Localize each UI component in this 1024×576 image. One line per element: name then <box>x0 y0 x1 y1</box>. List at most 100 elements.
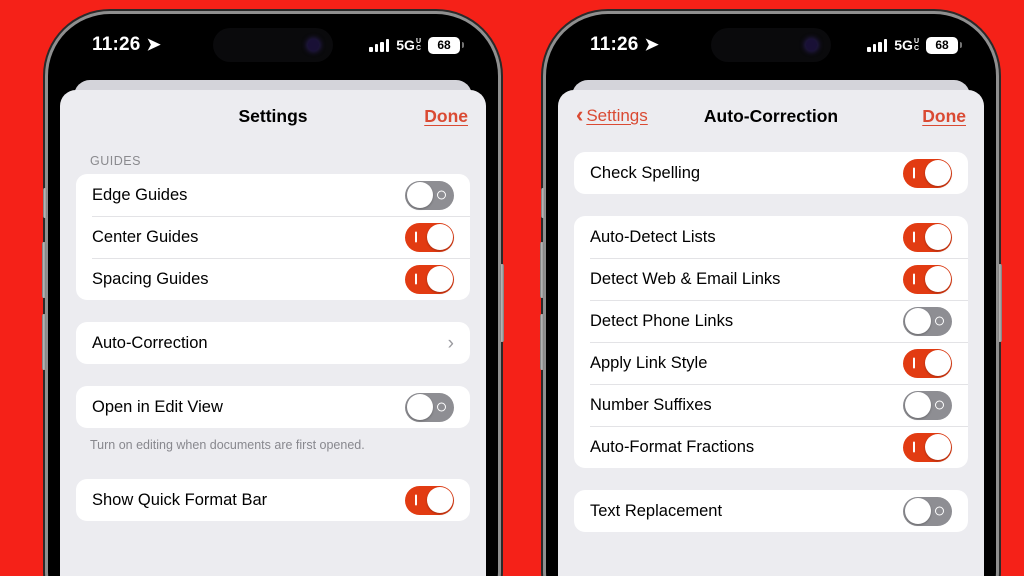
toggle-off-glyph <box>935 400 944 410</box>
dynamic-island <box>711 28 831 62</box>
phone-right: 11:26 ➤ 5G U C 68 ‹ Settings Auto-Correc… <box>540 14 1002 576</box>
toggle-knob <box>904 392 931 418</box>
auto-correction-content: Check Spelling Auto-Detect Lists Detect … <box>558 142 984 576</box>
toggle-off-glyph <box>437 402 446 412</box>
group-auto-correction: Auto-Correction › <box>76 322 470 364</box>
toggle-knob <box>904 308 931 334</box>
row-show-quick-format-bar[interactable]: Show Quick Format Bar <box>76 479 470 521</box>
toggle-on-glyph <box>913 441 915 453</box>
group-edit-view: Open in Edit View <box>76 386 470 428</box>
toggle-off-glyph <box>935 316 944 326</box>
location-arrow-icon: ➤ <box>146 35 161 54</box>
toggle-knob <box>924 266 951 292</box>
toggle-knob <box>406 182 433 208</box>
row-label: Check Spelling <box>590 163 701 182</box>
done-button[interactable]: Done <box>922 106 966 127</box>
power-button[interactable] <box>998 264 1002 342</box>
row-edge-guides[interactable]: Edge Guides <box>76 174 470 216</box>
row-auto-correction[interactable]: Auto-Correction › <box>76 322 470 364</box>
row-open-in-edit-view[interactable]: Open in Edit View <box>76 386 470 428</box>
toggle-knob <box>426 224 453 250</box>
battery-icon: 68 <box>428 36 460 54</box>
phone-left-screen: 11:26 ➤ 5G U C 68 Settings Done GUIDES E… <box>52 18 494 576</box>
power-button[interactable] <box>500 264 504 342</box>
toggle-on-glyph <box>913 357 915 369</box>
toggle-text-replacement[interactable] <box>903 496 952 526</box>
page-title: Settings <box>238 105 308 126</box>
toggle-off-glyph <box>437 190 446 200</box>
row-label: Detect Phone Links <box>590 311 734 330</box>
toggle-off-glyph <box>935 506 944 516</box>
front-camera-icon <box>308 39 319 51</box>
toggle-apply-link-style[interactable] <box>903 348 952 378</box>
volume-up-button[interactable] <box>540 242 544 298</box>
network-type-label: 5G U C <box>396 37 421 53</box>
section-header-guides: GUIDES <box>90 154 141 168</box>
settings-sheet: Settings Done GUIDES Edge Guides Center … <box>60 90 486 576</box>
toggle-show-quick-format-bar[interactable] <box>405 485 454 515</box>
volume-down-button[interactable] <box>42 314 46 370</box>
volume-down-button[interactable] <box>540 314 544 370</box>
battery-percent: 68 <box>437 38 451 52</box>
toggle-knob <box>904 498 931 524</box>
row-detect-web-email-links[interactable]: Detect Web & Email Links <box>574 258 968 300</box>
row-auto-detect-lists[interactable]: Auto-Detect Lists <box>574 216 968 258</box>
volume-up-button[interactable] <box>42 242 46 298</box>
back-button[interactable]: ‹ Settings <box>576 104 648 126</box>
toggle-on-glyph <box>415 231 417 243</box>
status-bar-right: 11:26 ➤ 5G U C 68 <box>550 18 992 72</box>
row-text-replacement[interactable]: Text Replacement <box>574 490 968 532</box>
row-label: Auto-Format Fractions <box>590 437 755 456</box>
row-label: Auto-Correction <box>92 333 208 352</box>
toggle-knob <box>924 224 951 250</box>
group-check-spelling: Check Spelling <box>574 152 968 194</box>
row-label: Open in Edit View <box>92 397 223 416</box>
row-auto-format-fractions[interactable]: Auto-Format Fractions <box>574 426 968 468</box>
toggle-on-glyph <box>415 494 417 506</box>
toggle-spacing-guides[interactable] <box>405 264 454 294</box>
battery-icon: 68 <box>926 36 958 54</box>
row-check-spelling[interactable]: Check Spelling <box>574 152 968 194</box>
toggle-detect-web-email-links[interactable] <box>903 264 952 294</box>
front-camera-icon <box>806 39 817 51</box>
status-bar-left: 11:26 ➤ 5G U C 68 <box>52 18 494 72</box>
toggle-edge-guides[interactable] <box>405 180 454 210</box>
status-bar-left-group: 11:26 ➤ <box>92 34 161 56</box>
done-button[interactable]: Done <box>424 106 468 127</box>
row-apply-link-style[interactable]: Apply Link Style <box>574 342 968 384</box>
row-label: Auto-Detect Lists <box>590 227 716 246</box>
toggle-number-suffixes[interactable] <box>903 390 952 420</box>
row-label: Center Guides <box>92 227 199 246</box>
row-number-suffixes[interactable]: Number Suffixes <box>574 384 968 426</box>
toggle-on-glyph <box>415 273 417 285</box>
dynamic-island <box>213 28 333 62</box>
toggle-knob <box>924 434 951 460</box>
toggle-detect-phone-links[interactable] <box>903 306 952 336</box>
mute-switch[interactable] <box>541 188 545 218</box>
toggle-auto-format-fractions[interactable] <box>903 432 952 462</box>
row-detect-phone-links[interactable]: Detect Phone Links <box>574 300 968 342</box>
clock: 11:26 <box>92 34 141 55</box>
battery-percent: 68 <box>935 38 949 52</box>
toggle-knob <box>426 487 453 514</box>
phone-left: 11:26 ➤ 5G U C 68 Settings Done GUIDES E… <box>42 14 504 576</box>
row-label: Text Replacement <box>590 501 723 520</box>
toggle-on-glyph <box>913 273 915 285</box>
toggle-open-in-edit-view[interactable] <box>405 392 454 422</box>
toggle-check-spelling[interactable] <box>903 158 952 188</box>
group-quick-format-bar: Show Quick Format Bar <box>76 479 470 522</box>
toggle-knob <box>426 266 453 292</box>
nav-bar-settings: Settings Done <box>60 90 486 142</box>
auto-correction-sheet: ‹ Settings Auto-Correction Done Check Sp… <box>558 90 984 576</box>
footer-note-edit-view: Turn on editing when documents are first… <box>90 438 365 452</box>
mute-switch[interactable] <box>43 188 47 218</box>
nav-bar-auto-correction: ‹ Settings Auto-Correction Done <box>558 90 984 142</box>
row-spacing-guides[interactable]: Spacing Guides <box>76 258 470 300</box>
cellular-bars-icon <box>369 38 390 52</box>
toggle-center-guides[interactable] <box>405 222 454 252</box>
row-label: Show Quick Format Bar <box>92 490 268 509</box>
row-label: Spacing Guides <box>92 269 209 288</box>
row-center-guides[interactable]: Center Guides <box>76 216 470 258</box>
phone-right-screen: 11:26 ➤ 5G U C 68 ‹ Settings Auto-Correc… <box>550 18 992 576</box>
toggle-auto-detect-lists[interactable] <box>903 222 952 252</box>
